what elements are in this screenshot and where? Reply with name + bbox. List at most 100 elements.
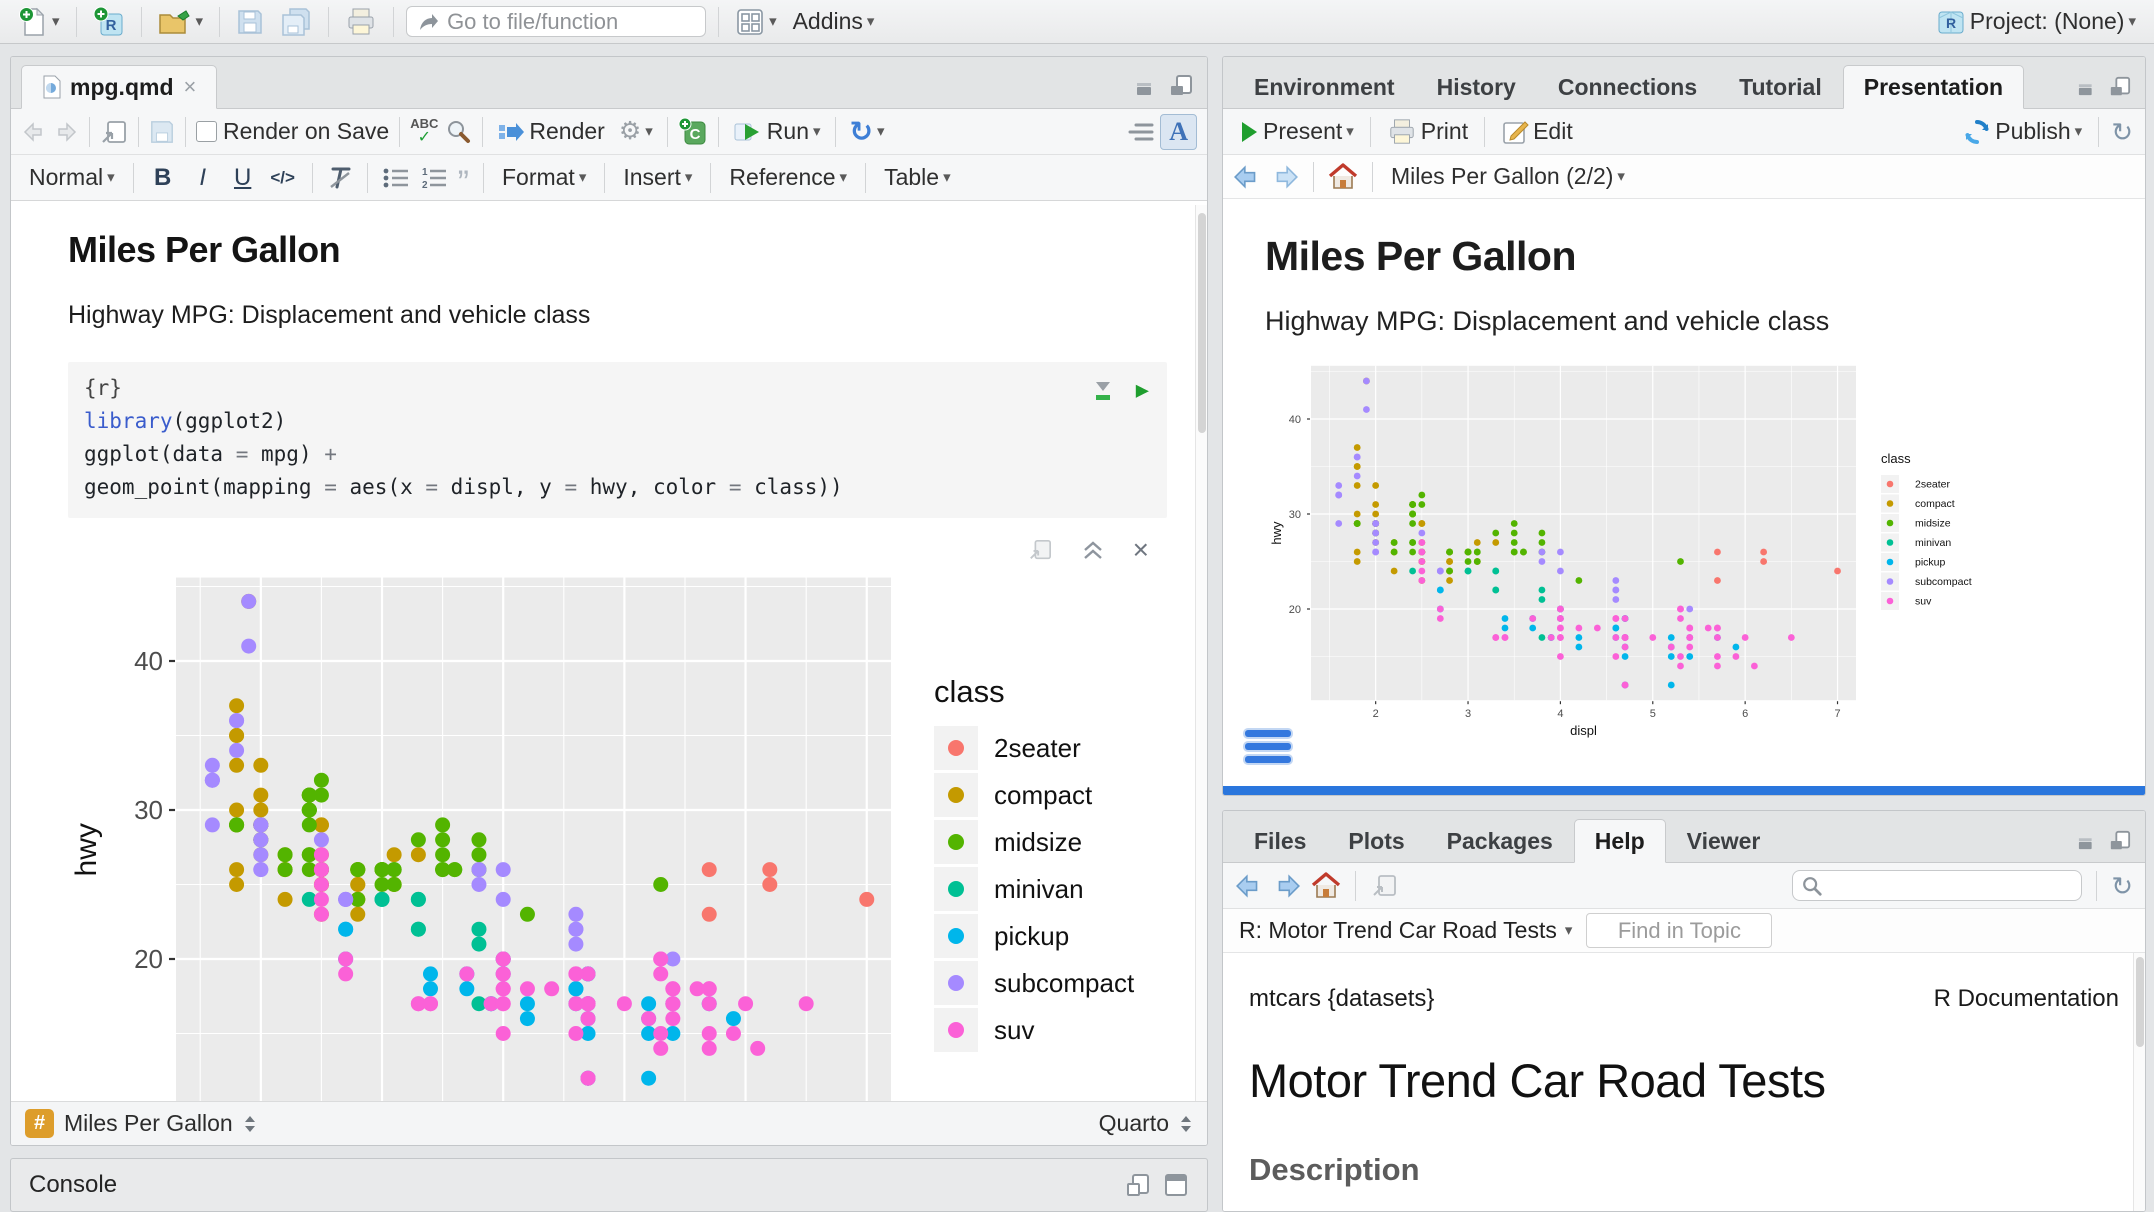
tab-tutorial[interactable]: Tutorial	[1718, 65, 1843, 109]
tab-viewer[interactable]: Viewer	[1666, 819, 1782, 863]
help-refresh-icon[interactable]: ↻	[2111, 873, 2133, 899]
table-menu-button[interactable]: Table ▾	[880, 162, 955, 193]
popout-icon[interactable]	[100, 119, 128, 145]
help-popout-icon[interactable]	[1370, 873, 1398, 899]
document-body[interactable]: Miles Per Gallon Highway MPG: Displaceme…	[11, 201, 1207, 1101]
maximize-pane-icon[interactable]	[2109, 76, 2131, 98]
help-forward-icon[interactable]	[1273, 873, 1301, 899]
tab-packages[interactable]: Packages	[1426, 819, 1574, 863]
help-back-icon[interactable]	[1235, 873, 1263, 899]
save-doc-icon[interactable]	[149, 119, 175, 145]
console-popout-icon[interactable]	[1125, 1172, 1151, 1198]
underline-button[interactable]: U	[228, 164, 258, 192]
new-file-button[interactable]: ▾	[14, 4, 64, 40]
spellcheck-button[interactable]: ABC ✓	[410, 117, 438, 146]
render-button[interactable]: Render	[493, 116, 608, 147]
print-button[interactable]	[341, 5, 381, 39]
insert-menu-button[interactable]: Insert ▾	[619, 162, 696, 193]
help-home-icon[interactable]	[1311, 872, 1341, 900]
printer-icon	[1387, 118, 1417, 146]
maximize-pane-icon[interactable]	[2109, 830, 2131, 852]
tab-plots[interactable]: Plots	[1327, 819, 1425, 863]
tab-help[interactable]: Help	[1574, 819, 1666, 863]
editor-plot-svg: 203040hwyclass2seatercompactmidsizeminiv…	[68, 518, 1207, 1101]
render-on-save-checkbox[interactable]	[196, 121, 217, 142]
clear-format-icon[interactable]	[327, 165, 353, 191]
new-project-button[interactable]: R	[89, 4, 129, 40]
numbered-list-icon[interactable]: 1 2	[420, 166, 448, 190]
run-chunks-above-icon[interactable]	[1092, 379, 1114, 403]
blockquote-button[interactable]: ”	[458, 165, 469, 191]
addins-button[interactable]: Addins ▾	[789, 6, 879, 37]
jump-to-icon[interactable]	[243, 1114, 257, 1134]
italic-button[interactable]: I	[188, 164, 218, 192]
render-settings-button[interactable]: ⚙ ▾	[615, 117, 657, 146]
tab-connections[interactable]: Connections	[1537, 65, 1718, 109]
output-popout-icon[interactable]	[1027, 538, 1053, 562]
tab-mpg-qmd[interactable]: mpg.qmd ×	[21, 65, 217, 109]
slide-forward-icon[interactable]	[1271, 164, 1299, 190]
reference-menu-button[interactable]: Reference ▾	[725, 162, 851, 193]
publish-button[interactable]: Publish ▾	[1959, 116, 2086, 148]
back-icon[interactable]	[21, 120, 47, 144]
tab-history[interactable]: History	[1416, 65, 1537, 109]
print-presentation-button[interactable]: Print	[1383, 116, 1472, 148]
minimize-pane-icon[interactable]	[2077, 77, 2099, 97]
panes-caret-icon[interactable]: ▾	[769, 14, 777, 29]
bold-button[interactable]: B	[148, 164, 178, 192]
svg-text:displ: displ	[1570, 723, 1597, 738]
help-scrollbar[interactable]	[2133, 953, 2145, 1211]
slide-menu-icon[interactable]	[1245, 730, 1291, 763]
tab-environment[interactable]: Environment	[1233, 65, 1416, 109]
format-menu-button[interactable]: Format ▾	[498, 162, 590, 193]
tab-files[interactable]: Files	[1233, 819, 1327, 863]
maximize-pane-icon[interactable]	[1169, 74, 1193, 98]
code-format-button[interactable]: </>	[268, 168, 298, 188]
slide-select-dropdown[interactable]: Miles Per Gallon (2/2) ▾	[1387, 161, 1629, 192]
help-search-input[interactable]	[1829, 874, 2100, 898]
tab-presentation[interactable]: Presentation	[1843, 65, 2024, 109]
refresh-presentation-icon[interactable]: ↻	[2111, 119, 2133, 145]
insert-chunk-icon[interactable]: C	[678, 117, 708, 147]
rerun-button[interactable]: ↻ ▾	[846, 116, 889, 148]
collapse-output-icon[interactable]	[1081, 539, 1105, 561]
minimize-pane-icon[interactable]	[2077, 831, 2099, 851]
find-in-topic-box[interactable]	[1586, 913, 1772, 948]
svg-text:40: 40	[1289, 414, 1301, 426]
save-all-button[interactable]	[276, 5, 316, 39]
visual-mode-button[interactable]: A	[1160, 114, 1197, 150]
slide-back-icon[interactable]	[1233, 164, 1261, 190]
minimize-pane-icon[interactable]	[1135, 75, 1159, 97]
outline-location-label[interactable]: Miles Per Gallon	[64, 1110, 233, 1137]
edit-presentation-button[interactable]: Edit	[1497, 116, 1577, 148]
present-button[interactable]: Present ▾	[1235, 116, 1358, 147]
bullet-list-icon[interactable]	[382, 166, 410, 190]
console-title[interactable]: Console	[29, 1171, 117, 1199]
tab-close-icon[interactable]: ×	[184, 74, 197, 100]
project-menu-button[interactable]: R Project: (None) ▾	[1932, 5, 2140, 39]
find-replace-icon[interactable]	[444, 118, 472, 146]
help-topic-dropdown[interactable]: R: Motor Trend Car Road Tests ▾	[1239, 917, 1572, 944]
doc-type-caret-icon[interactable]	[1179, 1114, 1193, 1134]
clear-output-icon[interactable]: ×	[1133, 534, 1149, 566]
paragraph-style-select[interactable]: Normal ▾	[25, 162, 119, 193]
run-button[interactable]: Run ▾	[729, 116, 825, 147]
doc-type-label[interactable]: Quarto	[1099, 1110, 1169, 1137]
home-icon[interactable]	[1328, 163, 1358, 191]
console-maximize-icon[interactable]	[1163, 1172, 1189, 1198]
outline-toggle-icon[interactable]	[1126, 120, 1154, 144]
goto-file-input[interactable]	[447, 9, 677, 35]
run-chunk-icon[interactable]: ▶	[1136, 374, 1149, 407]
editor-scrollbar[interactable]	[1195, 205, 1207, 1101]
open-file-caret-icon[interactable]: ▾	[196, 14, 204, 29]
r-code-chunk[interactable]: {r} library(ggplot2)ggplot(data = mpg) +…	[68, 362, 1167, 518]
save-button[interactable]	[232, 6, 268, 38]
open-file-button[interactable]: ▾	[154, 5, 208, 39]
panes-layout-button[interactable]: ▾	[731, 5, 781, 39]
new-file-caret-icon[interactable]: ▾	[52, 14, 60, 29]
forward-icon[interactable]	[53, 120, 79, 144]
svg-text:2seater: 2seater	[1915, 479, 1951, 491]
goto-file-box[interactable]	[406, 6, 706, 37]
find-in-topic-input[interactable]	[1587, 914, 1771, 947]
help-search-box[interactable]	[1792, 870, 2082, 901]
